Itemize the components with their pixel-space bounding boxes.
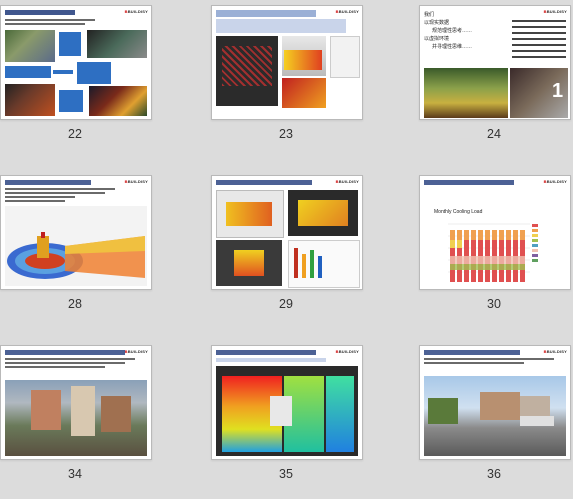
company-logo: BBUILDISY (335, 179, 359, 184)
slide-item-24[interactable]: BBUILDISY 我们 以现实数据 规范理性思考…… 以虚拟环境 并寻理性思维… (419, 5, 571, 159)
company-logo: BBUILDISY (543, 9, 567, 14)
slide-thumbnail-29[interactable]: BBUILDISY (211, 175, 363, 290)
slide-item-28[interactable]: BBUILDISY 28 (0, 175, 152, 329)
slide-thumbnail-24[interactable]: BBUILDISY 我们 以现实数据 规范理性思考…… 以虚拟环境 并寻理性思维… (419, 5, 571, 120)
company-logo: BBUILDISY (124, 9, 148, 14)
slide-item-22[interactable]: BBUILDISY 22 (0, 5, 152, 159)
slide-number: 29 (279, 297, 293, 311)
slide-text-line: 规范理性思考…… (432, 28, 473, 34)
slide-number: 24 (487, 127, 501, 141)
slide-number: 22 (68, 127, 82, 141)
slide-item-29[interactable]: BBUILDISY 29 (211, 175, 363, 329)
slide-thumbnail-36[interactable]: BBUILDISY (419, 345, 571, 460)
slide-text-line: 我们 (424, 12, 435, 18)
company-logo: BBUILDISY (335, 349, 359, 354)
slide-number: 34 (68, 467, 82, 481)
company-logo: BBUILDISY (124, 349, 148, 354)
slide-thumbnail-34[interactable]: BBUILDISY (0, 345, 152, 460)
slide-text-line: 以现实数据 (424, 20, 450, 26)
slide-thumbnail-28[interactable]: BBUILDISY (0, 175, 152, 290)
slide-text-line: 并寻理性思维…… (432, 44, 473, 50)
slide-number: 30 (487, 297, 501, 311)
slide-sorter-grid: BBUILDISY 22 BBUILDISY 23 BBUILDISY 我们 以… (0, 0, 573, 495)
slide-number: 36 (487, 467, 501, 481)
slide-item-30[interactable]: BBUILDISY Monthly Cooling Load 30 (419, 175, 571, 329)
slide-item-36[interactable]: BBUILDISY 36 (419, 345, 571, 499)
slide-number: 35 (279, 467, 293, 481)
slide-number: 28 (68, 297, 82, 311)
slide-item-34[interactable]: BBUILDISY 34 (0, 345, 152, 499)
slide-thumbnail-23[interactable]: BBUILDISY (211, 5, 363, 120)
slide-thumbnail-30[interactable]: BBUILDISY Monthly Cooling Load (419, 175, 571, 290)
slide-text-line: 以虚拟环境 (424, 36, 450, 42)
slide-item-23[interactable]: BBUILDISY 23 (211, 5, 363, 159)
slide-number: 23 (279, 127, 293, 141)
company-logo: BBUILDISY (543, 349, 567, 354)
company-logo: BBUILDISY (543, 179, 567, 184)
company-logo: BBUILDISY (124, 179, 148, 184)
company-logo: BBUILDISY (335, 9, 359, 14)
chart-title: Monthly Cooling Load (434, 209, 483, 215)
slide-item-35[interactable]: BBUILDISY 35 (211, 345, 363, 499)
slide-thumbnail-35[interactable]: BBUILDISY (211, 345, 363, 460)
slide-thumbnail-22[interactable]: BBUILDISY (0, 5, 152, 120)
